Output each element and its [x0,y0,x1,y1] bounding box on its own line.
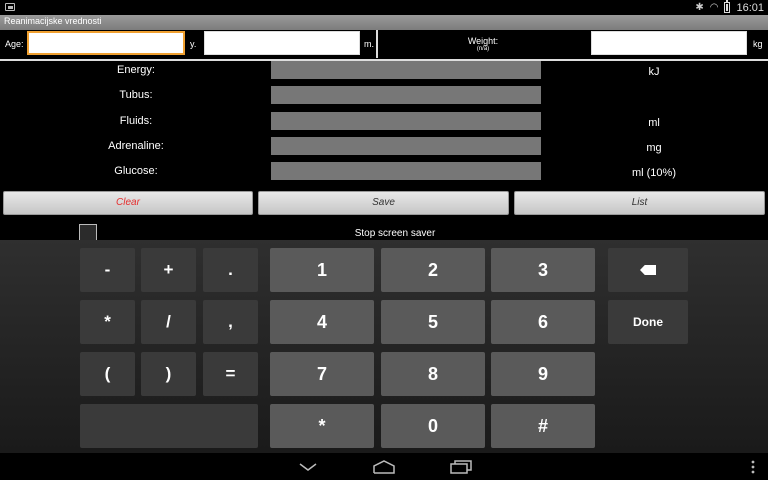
adrenaline-label: Adrenaline: [108,140,164,152]
key-open-paren[interactable]: ( [80,352,135,396]
glucose-unit: ml (10%) [631,167,676,179]
menu-icon[interactable] [748,459,758,475]
back-icon[interactable] [296,459,320,475]
patient-input-row: Age: y. m. Weight: (n/a) kg [0,30,768,58]
key-5[interactable]: 5 [381,300,485,344]
glucose-label: Glucose: [114,165,158,177]
key-asterisk[interactable]: * [80,300,135,344]
age-years-input[interactable] [27,31,185,55]
key-period[interactable]: . [203,248,258,292]
weight-unit: kg [753,39,763,49]
wifi-icon: ◠ [709,2,719,13]
key-comma[interactable]: , [203,300,258,344]
done-key[interactable]: Done [608,300,688,344]
bluetooth-icon: ✱ [695,2,704,13]
key-space[interactable] [80,404,258,448]
years-unit: y. [190,39,197,49]
system-nav-bar [0,453,768,480]
adrenaline-unit: mg [646,142,662,154]
status-bar: ✱ ◠ 16:01 [0,0,768,15]
weight-input[interactable] [591,31,747,55]
age-label: Age: [5,39,24,49]
tubus-value-field [271,86,541,104]
key-8[interactable]: 8 [381,352,485,396]
key-plus[interactable]: + [141,248,196,292]
energy-value-field [271,61,541,79]
header-divider [376,30,378,58]
key-slash[interactable]: / [141,300,196,344]
tubus-label: Tubus: [119,89,153,101]
weight-hint: (n/a) [476,46,490,52]
app-title: Reanimacijske vrednosti [4,16,102,26]
key-close-paren[interactable]: ) [141,352,196,396]
key-1[interactable]: 1 [270,248,374,292]
battery-icon [724,0,731,13]
backspace-icon [640,265,656,275]
numeric-keyboard: - + . * / , ( ) = 1 2 3 4 5 6 7 8 9 * 0 … [0,240,768,453]
key-minus[interactable]: - [80,248,135,292]
status-time: 16:01 [736,1,764,14]
glucose-value-field [271,162,541,180]
image-notification-icon [5,3,15,11]
energy-unit: kJ [648,66,660,78]
key-hash[interactable]: # [491,404,595,448]
key-9[interactable]: 9 [491,352,595,396]
key-equals[interactable]: = [203,352,258,396]
list-button[interactable]: List [514,191,765,215]
key-4[interactable]: 4 [270,300,374,344]
stop-screen-saver-label: Stop screen saver [354,228,436,239]
key-6[interactable]: 6 [491,300,595,344]
adrenaline-value-field [271,137,541,155]
key-0[interactable]: 0 [381,404,485,448]
key-7[interactable]: 7 [270,352,374,396]
save-button[interactable]: Save [258,191,509,215]
fluids-label: Fluids: [119,115,153,127]
key-2[interactable]: 2 [381,248,485,292]
age-months-input[interactable] [204,31,360,55]
months-unit: m. [364,39,374,49]
fluids-value-field [271,112,541,130]
backspace-key[interactable] [608,248,688,292]
key-star[interactable]: * [270,404,374,448]
home-icon[interactable] [371,459,397,475]
fluids-unit: ml [648,117,660,129]
clear-button[interactable]: Clear [3,191,253,215]
app-title-bar: Reanimacijske vrednosti [0,15,768,30]
recents-icon[interactable] [449,459,473,475]
key-3[interactable]: 3 [491,248,595,292]
weight-label: Weight: [467,36,499,46]
energy-label: Energy: [117,64,155,76]
